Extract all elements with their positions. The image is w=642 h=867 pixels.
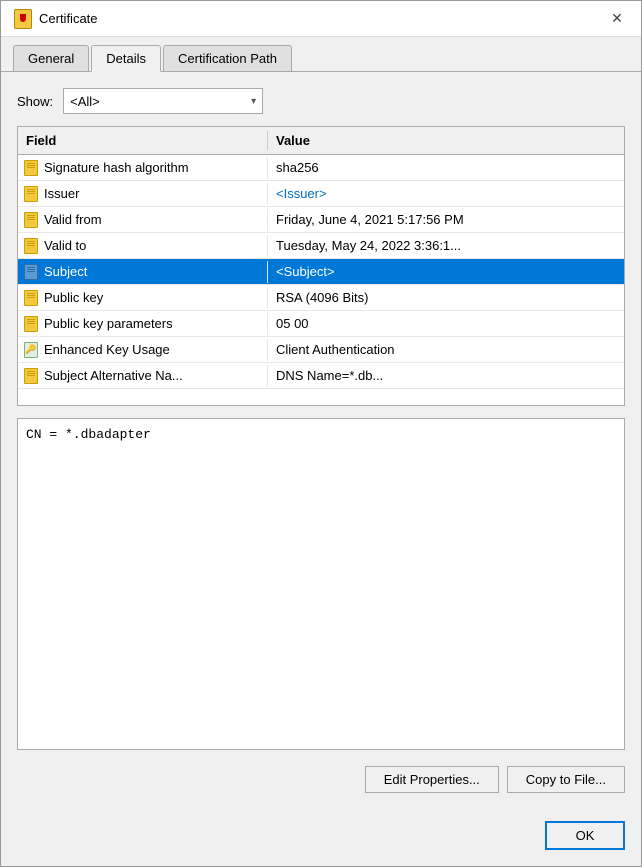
row-field-issuer: Issuer xyxy=(18,183,268,205)
detail-box: CN = *.dbadapter xyxy=(17,418,625,750)
show-select-value: <All> xyxy=(70,94,100,109)
dialog-title: Certificate xyxy=(39,11,98,26)
doc-blue-icon xyxy=(22,263,40,281)
row-value-valid-from: Friday, June 4, 2021 5:17:56 PM xyxy=(268,210,624,229)
tab-bar: General Details Certification Path xyxy=(1,37,641,72)
close-button[interactable]: ✕ xyxy=(605,7,629,31)
row-field-subject-alt: Subject Alternative Na... xyxy=(18,365,268,387)
copy-to-file-button[interactable]: Copy to File... xyxy=(507,766,625,793)
ok-button[interactable]: OK xyxy=(545,821,625,850)
show-label: Show: xyxy=(17,94,53,109)
row-field-enhanced-key: 🔑 Enhanced Key Usage xyxy=(18,339,268,361)
table-body: Signature hash algorithm sha256 Issuer <… xyxy=(18,155,624,405)
row-field-public-key-params: Public key parameters xyxy=(18,313,268,335)
detail-content: CN = *.dbadapter xyxy=(26,427,151,442)
row-field-public-key: Public key xyxy=(18,287,268,309)
row-value-subject-alt: DNS Name=*.db... xyxy=(268,366,624,385)
doc-icon xyxy=(22,159,40,177)
edit-properties-button[interactable]: Edit Properties... xyxy=(365,766,499,793)
row-field-sig-hash: Signature hash algorithm xyxy=(18,157,268,179)
table-header: Field Value xyxy=(18,127,624,155)
doc-icon xyxy=(22,315,40,333)
action-buttons: Edit Properties... Copy to File... xyxy=(17,762,625,797)
col-value-header: Value xyxy=(268,131,624,150)
table-row-selected[interactable]: Subject <Subject> xyxy=(18,259,624,285)
certificate-dialog: Certificate ✕ General Details Certificat… xyxy=(0,0,642,867)
table-row[interactable]: Subject Alternative Na... DNS Name=*.db.… xyxy=(18,363,624,389)
table-row[interactable]: Issuer <Issuer> xyxy=(18,181,624,207)
dialog-content: Show: <All> ▾ Field Value Signatur xyxy=(1,72,641,813)
doc-icon xyxy=(22,237,40,255)
field-table: Field Value Signature hash algorithm sha… xyxy=(17,126,625,406)
doc-icon xyxy=(22,289,40,307)
chevron-down-icon: ▾ xyxy=(251,96,256,107)
table-row[interactable]: Public key parameters 05 00 xyxy=(18,311,624,337)
row-value-enhanced-key: Client Authentication xyxy=(268,340,624,359)
row-value-public-key: RSA (4096 Bits) xyxy=(268,288,624,307)
title-bar: Certificate ✕ xyxy=(1,1,641,37)
row-field-valid-from: Valid from xyxy=(18,209,268,231)
table-row[interactable]: Valid to Tuesday, May 24, 2022 3:36:1... xyxy=(18,233,624,259)
title-bar-left: Certificate xyxy=(13,9,98,29)
col-field-header: Field xyxy=(18,131,268,150)
table-row[interactable]: Public key RSA (4096 Bits) xyxy=(18,285,624,311)
row-value-valid-to: Tuesday, May 24, 2022 3:36:1... xyxy=(268,236,624,255)
table-row[interactable]: 🔑 Enhanced Key Usage Client Authenticati… xyxy=(18,337,624,363)
row-field-subject: Subject xyxy=(18,261,268,283)
table-row[interactable]: Signature hash algorithm sha256 xyxy=(18,155,624,181)
tab-details[interactable]: Details xyxy=(91,45,161,72)
tab-certification-path[interactable]: Certification Path xyxy=(163,45,292,71)
doc-icon xyxy=(22,211,40,229)
tab-general[interactable]: General xyxy=(13,45,89,71)
doc-icon xyxy=(22,367,40,385)
ok-row: OK xyxy=(1,813,641,866)
row-value-issuer: <Issuer> xyxy=(268,184,624,203)
row-value-sig-hash: sha256 xyxy=(268,158,624,177)
row-value-public-key-params: 05 00 xyxy=(268,314,624,333)
table-row[interactable]: Valid from Friday, June 4, 2021 5:17:56 … xyxy=(18,207,624,233)
cert-icon xyxy=(13,9,33,29)
doc-icon xyxy=(22,185,40,203)
row-field-valid-to: Valid to xyxy=(18,235,268,257)
row-value-subject: <Subject> xyxy=(268,262,624,281)
key-icon: 🔑 xyxy=(22,341,40,359)
show-select[interactable]: <All> ▾ xyxy=(63,88,263,114)
show-row: Show: <All> ▾ xyxy=(17,88,625,114)
